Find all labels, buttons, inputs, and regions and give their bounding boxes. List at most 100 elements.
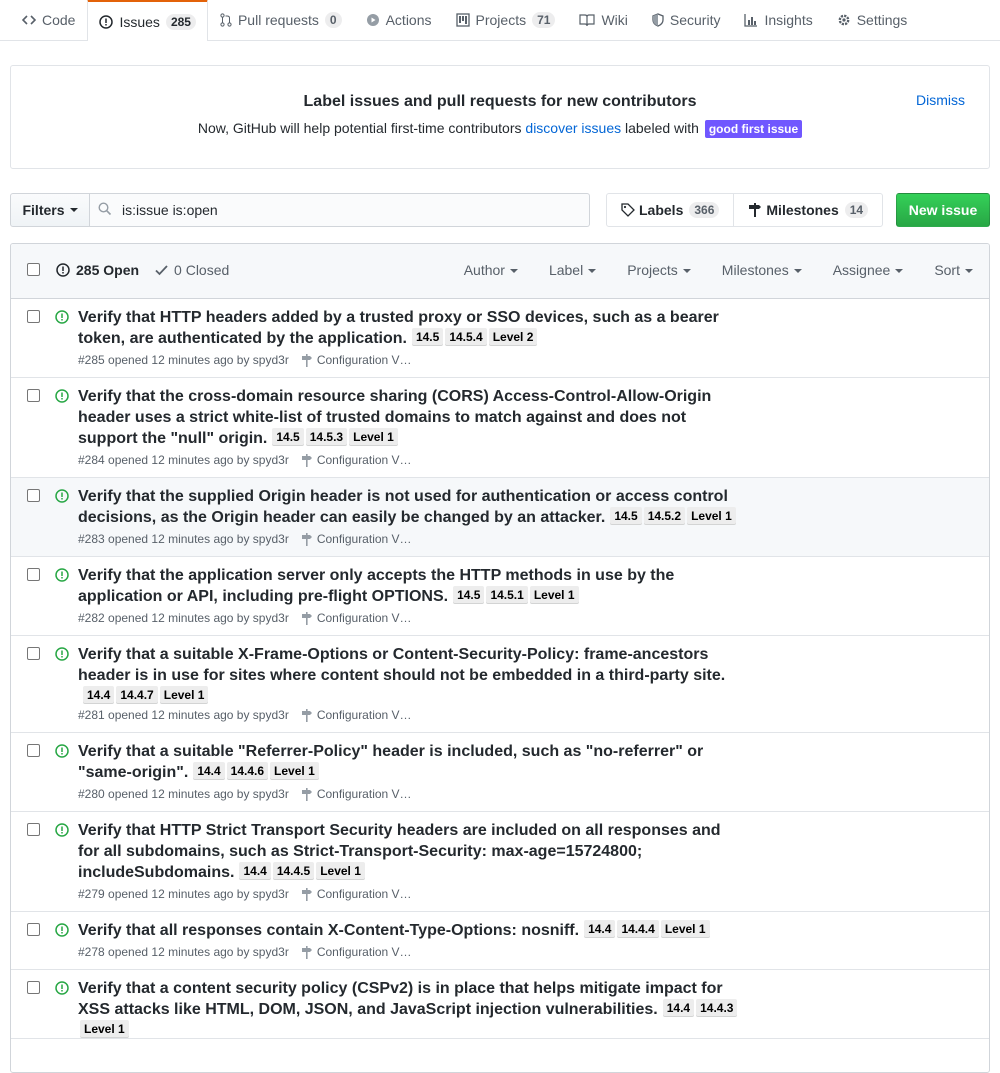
milestone-label: Configuration V… (316, 453, 412, 467)
git-pull-request-icon (220, 12, 232, 27)
issue-checkbox[interactable] (27, 489, 40, 502)
issue-milestone[interactable]: Configuration V… (301, 532, 412, 546)
label-filter[interactable]: Label (549, 262, 597, 278)
issue-label[interactable]: 14.5.3 (305, 428, 348, 446)
dismiss-button[interactable]: Dismiss (916, 92, 965, 108)
search-box (90, 193, 590, 227)
discover-issues-link[interactable]: discover issues (525, 120, 621, 136)
state-toggle: 285 Open 0 Closed (56, 262, 229, 278)
tab-insights[interactable]: Insights (732, 0, 824, 40)
issue-label[interactable]: 14.5 (453, 586, 485, 604)
issue-label[interactable]: 14.4 (239, 862, 271, 880)
issue-label[interactable]: 14.5.1 (486, 586, 528, 604)
issue-label[interactable]: 14.5 (610, 507, 642, 525)
issue-checkbox[interactable] (27, 310, 40, 323)
tab-projects[interactable]: Projects 71 (444, 0, 568, 40)
issue-milestone[interactable]: Configuration V… (301, 708, 412, 722)
issue-opened-info: #285 opened 12 minutes ago by spyd3r (78, 353, 289, 367)
issue-label[interactable]: 14.4 (662, 999, 695, 1017)
projects-counter: 71 (532, 11, 556, 28)
issue-label[interactable]: 14.4 (584, 920, 616, 938)
tag-icon (621, 203, 635, 217)
author-filter[interactable]: Author (464, 262, 518, 278)
tab-code[interactable]: Code (10, 0, 87, 40)
tab-label: Issues (119, 13, 160, 30)
issue-label[interactable]: 14.4 (193, 762, 225, 780)
banner-text: Now, GitHub will help potential first-ti… (11, 120, 989, 138)
issue-milestone[interactable]: Configuration V… (301, 453, 412, 467)
tab-wiki[interactable]: Wiki (567, 0, 639, 40)
milestone-label: Configuration V… (316, 945, 412, 959)
issue-label[interactable]: 14.4 (83, 686, 115, 704)
tab-label: Security (669, 11, 721, 28)
issue-label[interactable]: Level 1 (316, 862, 365, 880)
tab-actions[interactable]: Actions (354, 0, 444, 40)
labels-button[interactable]: Labels 366 (607, 194, 733, 226)
issues-list-header: 285 Open 0 Closed Author Label Projects … (11, 244, 989, 299)
issue-opened-icon (55, 923, 69, 940)
issue-label[interactable]: Level 1 (687, 507, 736, 525)
issue-label[interactable]: 14.4.7 (116, 686, 158, 704)
milestone-icon (301, 532, 313, 546)
assignee-filter[interactable]: Assignee (833, 262, 904, 278)
milestones-counter: 14 (844, 202, 869, 218)
issue-label[interactable]: 14.4.4 (617, 920, 659, 938)
milestone-label: Configuration V… (316, 611, 412, 625)
closed-filter[interactable]: 0 Closed (155, 262, 229, 278)
issue-title-link[interactable]: Verify that all responses contain X-Cont… (78, 922, 579, 939)
issue-label[interactable]: Level 1 (80, 1020, 129, 1038)
milestones-button[interactable]: Milestones 14 (733, 194, 882, 226)
issue-opened-info: #279 opened 12 minutes ago by spyd3r (78, 887, 289, 901)
select-all-checkbox[interactable] (27, 263, 40, 276)
issue-milestone[interactable]: Configuration V… (301, 353, 412, 367)
issue-checkbox[interactable] (27, 823, 40, 836)
tab-settings[interactable]: Settings (825, 0, 920, 40)
search-input[interactable] (120, 201, 560, 219)
issue-title-link[interactable]: Verify that a suitable X-Frame-Options o… (78, 646, 725, 684)
issues-list: 285 Open 0 Closed Author Label Projects … (10, 243, 990, 1073)
milestone-label: Configuration V… (316, 353, 412, 367)
new-issue-button[interactable]: New issue (896, 193, 990, 227)
tab-security[interactable]: Security (640, 0, 733, 40)
issue-title-link[interactable]: Verify that HTTP Strict Transport Securi… (78, 822, 721, 881)
issue-meta: #282 opened 12 minutes ago by spyd3r Conf… (78, 611, 739, 635)
issue-label[interactable]: 14.4.6 (226, 762, 269, 780)
issue-label[interactable]: Level 1 (159, 686, 209, 704)
issue-milestone[interactable]: Configuration V… (301, 887, 412, 901)
issue-title-link[interactable]: Verify that the application server only … (78, 567, 674, 605)
issue-label[interactable]: 14.4.3 (696, 999, 738, 1017)
issue-milestone[interactable]: Configuration V… (301, 945, 412, 959)
issue-title-link[interactable]: Verify that a content security policy (C… (78, 980, 723, 1018)
sort-filter[interactable]: Sort (934, 262, 973, 278)
tab-label: Settings (856, 11, 908, 28)
good-first-issue-label[interactable]: good first issue (704, 120, 803, 138)
issue-label[interactable]: 14.5.4 (445, 328, 487, 346)
labels-text: Labels (639, 202, 684, 218)
filters-button[interactable]: Filters (10, 193, 90, 227)
issue-label[interactable]: Level 1 (270, 762, 319, 780)
issue-label[interactable]: Level 1 (529, 586, 579, 604)
issue-milestone[interactable]: Configuration V… (301, 611, 412, 625)
issue-checkbox[interactable] (27, 389, 40, 402)
tab-pull-requests[interactable]: Pull requests 0 (208, 0, 354, 40)
issue-checkbox[interactable] (27, 568, 40, 581)
issue-label[interactable]: Level 1 (349, 428, 398, 446)
tab-issues[interactable]: Issues 285 (87, 0, 208, 41)
projects-filter[interactable]: Projects (627, 262, 691, 278)
issue-label[interactable]: 14.4.5 (272, 862, 315, 880)
issue-checkbox[interactable] (27, 981, 40, 994)
issue-label[interactable]: 14.5 (272, 428, 304, 446)
open-filter[interactable]: 285 Open (56, 262, 139, 278)
issue-label[interactable]: Level 2 (488, 328, 538, 346)
issue-title-link[interactable]: Verify that a suitable "Referrer-Policy"… (78, 743, 703, 781)
issue-label[interactable]: 14.5.2 (643, 507, 686, 525)
issue-row: Verify that a suitable "Referrer-Policy"… (11, 733, 989, 812)
issue-label[interactable]: 14.5 (411, 328, 444, 346)
issue-milestone[interactable]: Configuration V… (301, 787, 412, 801)
issue-label[interactable]: Level 1 (660, 920, 710, 938)
issue-title-link[interactable]: Verify that HTTP headers added by a trus… (78, 309, 719, 347)
issue-checkbox[interactable] (27, 744, 40, 757)
milestones-filter[interactable]: Milestones (722, 262, 802, 278)
issue-checkbox[interactable] (27, 647, 40, 660)
issue-checkbox[interactable] (27, 923, 40, 936)
